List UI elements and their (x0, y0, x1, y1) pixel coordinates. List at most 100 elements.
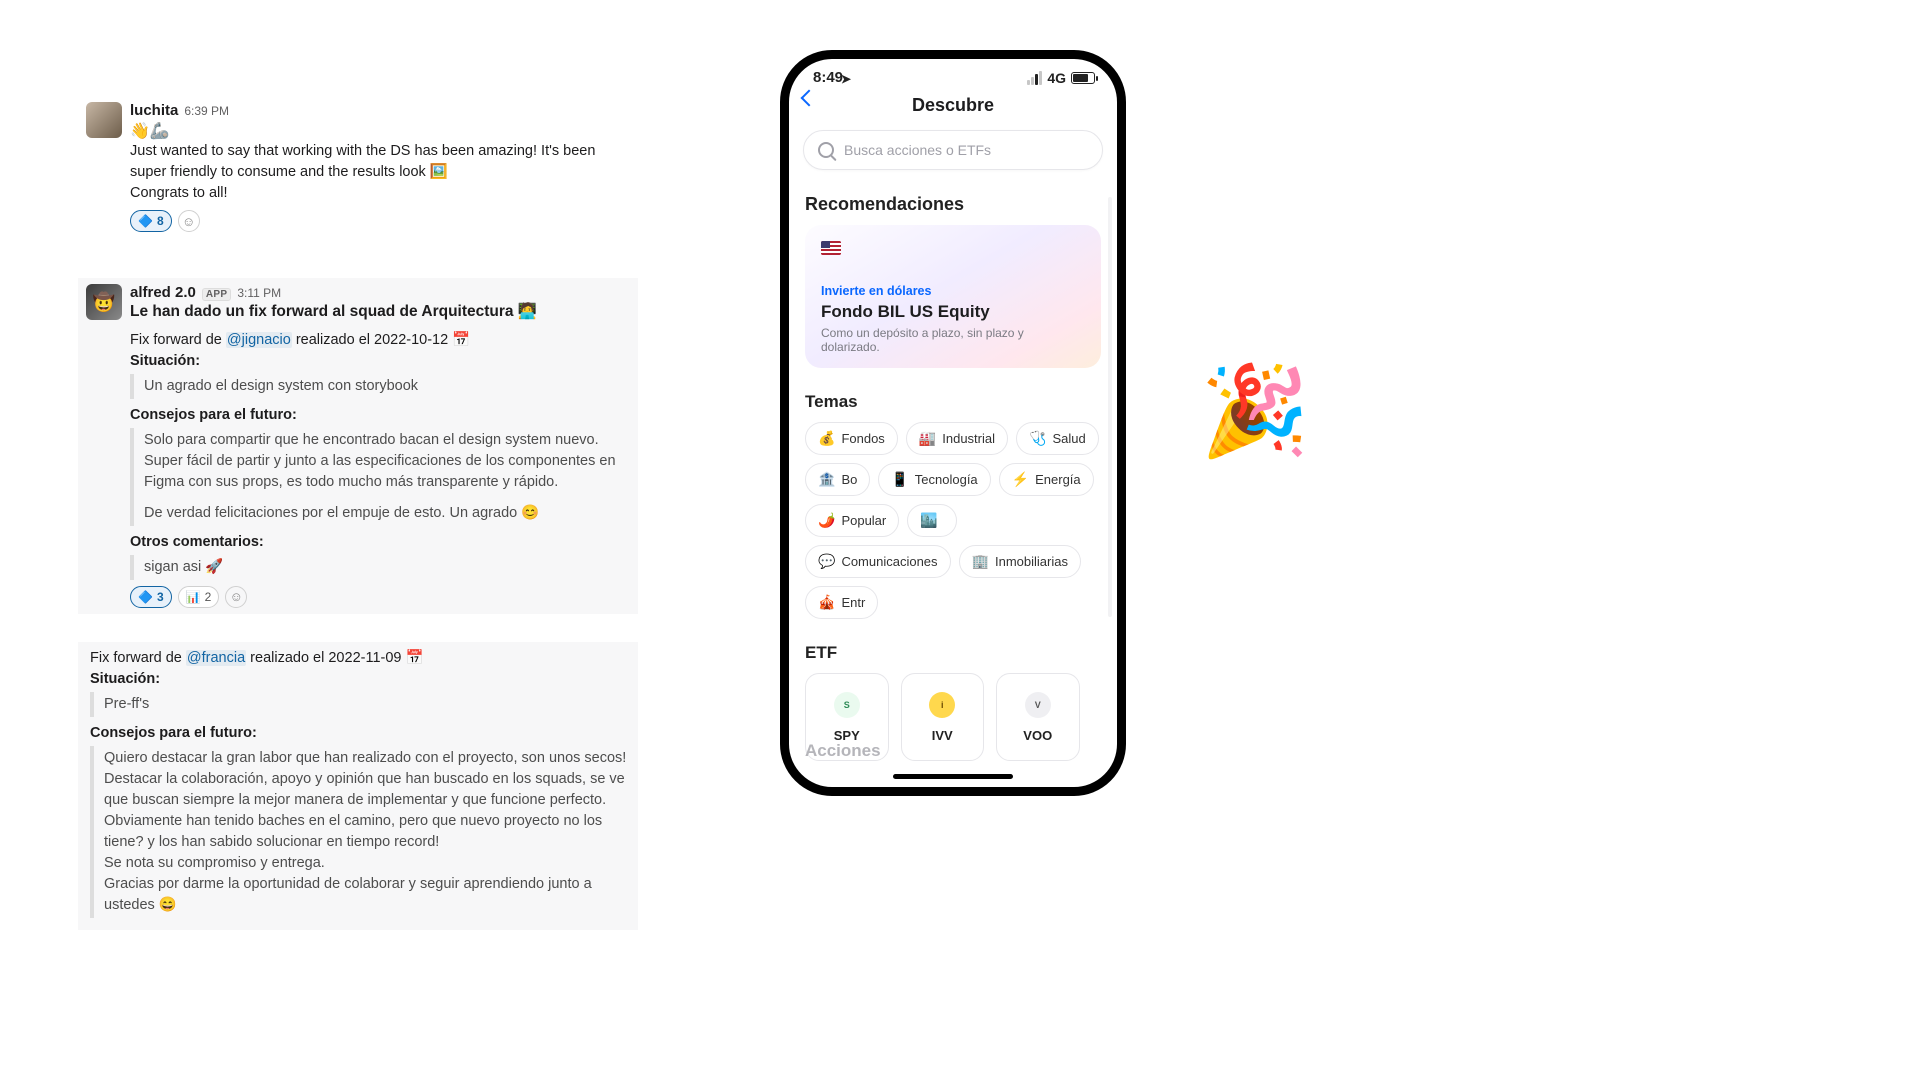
etf-card[interactable]: i IVV (901, 673, 985, 761)
chip-label: Industrial (942, 431, 995, 446)
signal-icon (1027, 71, 1042, 85)
message-time: 6:39 PM (184, 104, 229, 118)
theme-chip[interactable]: 🩺 Salud (1016, 422, 1099, 455)
section-heading: Situación: (90, 669, 630, 690)
author-name[interactable]: alfred 2.0 (130, 284, 196, 301)
us-flag-icon (821, 241, 841, 255)
message-text: Congrats to all! (130, 183, 630, 204)
reco-eyebrow: Invierte en dólares (821, 284, 1085, 298)
chip-label: Tecnología (915, 472, 978, 487)
search-input[interactable]: Busca acciones o ETFs (803, 130, 1103, 170)
add-reaction-icon[interactable]: ☺︎ (225, 586, 247, 608)
chip-label: Energía (1035, 472, 1081, 487)
chip-icon: 💰 (818, 430, 835, 447)
chip-icon: 🏭 (919, 430, 936, 447)
slack-message-1: luchita 6:39 PM 👋🦾 Just wanted to say th… (78, 96, 638, 238)
etf-card[interactable]: V VOO (996, 673, 1080, 761)
chip-icon: 📱 (891, 471, 908, 488)
chip-icon: 🎪 (818, 594, 835, 611)
fix-forward-line: Fix forward de @jignacio realizado el 20… (130, 330, 630, 351)
add-reaction-icon[interactable]: ☺︎ (178, 210, 200, 232)
theme-chip[interactable]: 🏙️ (907, 504, 956, 537)
chip-label: Bo (841, 472, 857, 487)
mention[interactable]: @francia (186, 650, 246, 666)
chip-label: Entr (841, 595, 865, 610)
chip-icon: ⚡ (1012, 471, 1029, 488)
battery-icon (1071, 72, 1095, 84)
chip-icon: 🏙️ (920, 512, 937, 529)
reaction[interactable]: 📊2 (178, 586, 220, 608)
phone-mockup: 8:49 ➤ 4G Descubre Busca acciones o ETFs… (780, 50, 1126, 796)
theme-chip[interactable]: ⚡ Energía (999, 463, 1094, 496)
status-time: 8:49 (813, 69, 843, 86)
section-recommendations: Recomendaciones (805, 194, 1101, 215)
chip-label: Fondos (841, 431, 884, 446)
chip-icon: 🏦 (818, 471, 835, 488)
theme-chips: 💰 Fondos 🏭 Industrial 🩺 Salud 🏦 Bo 📱 Tecnología ⚡ E… (789, 422, 1117, 619)
scrollbar[interactable] (1108, 197, 1112, 617)
blockquote: sigan asi 🚀 (130, 555, 630, 580)
party-popper-icon: 🎉 (1200, 360, 1310, 463)
theme-chip[interactable]: 🏢 Inmobiliarias (959, 545, 1081, 578)
blockquote: Un agrado el design system con storybook (130, 374, 630, 399)
reco-desc: Como un depósito a plazo, sin plazo y do… (821, 326, 1085, 354)
home-indicator (893, 774, 1013, 779)
nav-bar: Descubre (789, 86, 1117, 124)
etf-ticker: IVV (932, 728, 953, 743)
theme-chip[interactable]: 🌶️ Popular (805, 504, 899, 537)
section-themes: Temas (805, 392, 1101, 412)
mention[interactable]: @jignacio (226, 332, 292, 348)
chip-label: Salud (1052, 431, 1085, 446)
chip-icon: 🩺 (1029, 430, 1046, 447)
app-badge: APP (202, 288, 231, 301)
chip-label: Inmobiliarias (995, 554, 1068, 569)
etf-logo: V (1025, 692, 1051, 718)
section-heading: Consejos para el futuro: (90, 723, 630, 744)
message-text: Just wanted to say that working with the… (130, 141, 630, 183)
chip-icon: 💬 (818, 553, 835, 570)
section-heading: Situación: (130, 351, 630, 372)
reaction[interactable]: 🔷 8 (130, 210, 172, 232)
theme-chip[interactable]: 💬 Comunicaciones (805, 545, 951, 578)
reactions: 🔷 8 ☺︎ (130, 210, 630, 232)
theme-chip[interactable]: 🏭 Industrial (906, 422, 1008, 455)
blockquote: Pre-ff's (90, 692, 630, 717)
avatar[interactable] (86, 102, 122, 138)
etf-logo: i (929, 692, 955, 718)
section-etf: ETF (805, 643, 1101, 663)
chip-label: Comunicaciones (841, 554, 937, 569)
back-icon[interactable] (801, 90, 818, 107)
status-bar: 8:49 ➤ 4G (789, 59, 1117, 86)
recommendation-card[interactable]: Invierte en dólares Fondo BIL US Equity … (805, 225, 1101, 368)
message-time: 3:11 PM (237, 286, 281, 300)
avatar[interactable] (86, 284, 122, 320)
section-stocks-peek: Acciones (805, 741, 881, 761)
chip-icon: 🏢 (972, 553, 989, 570)
chip-icon: 🌶️ (818, 512, 835, 529)
slack-message-3: Fix forward de @francia realizado el 202… (78, 642, 638, 930)
reaction[interactable]: 🔷3 (130, 586, 172, 608)
fix-forward-line: Fix forward de @francia realizado el 202… (90, 648, 630, 669)
network-label: 4G (1047, 70, 1066, 86)
theme-chip[interactable]: 💰 Fondos (805, 422, 898, 455)
section-heading: Consejos para el futuro: (130, 405, 630, 426)
slack-messages: luchita 6:39 PM 👋🦾 Just wanted to say th… (78, 96, 638, 930)
etf-ticker: VOO (1023, 728, 1052, 743)
blockquote: Quiero destacar la gran labor que han re… (90, 746, 630, 918)
section-heading: Otros comentarios: (130, 532, 630, 553)
location-icon: ➤ (841, 72, 851, 86)
search-placeholder: Busca acciones o ETFs (844, 142, 991, 158)
etf-logo: S (834, 692, 860, 718)
slack-message-2: alfred 2.0 APP 3:11 PM Le han dado un fi… (78, 278, 638, 614)
theme-chip[interactable]: 🎪 Entr (805, 586, 878, 619)
page-title: Descubre (912, 95, 994, 116)
author-name[interactable]: luchita (130, 102, 178, 119)
blockquote: Solo para compartir que he encontrado ba… (130, 428, 630, 526)
search-icon (818, 142, 834, 158)
message-title: Le han dado un fix forward al squad de A… (130, 301, 630, 323)
reactions: 🔷3 📊2 ☺︎ (130, 586, 630, 608)
theme-chip[interactable]: 📱 Tecnología (878, 463, 990, 496)
theme-chip[interactable]: 🏦 Bo (805, 463, 870, 496)
chip-label: Popular (841, 513, 886, 528)
reco-title: Fondo BIL US Equity (821, 302, 1085, 322)
